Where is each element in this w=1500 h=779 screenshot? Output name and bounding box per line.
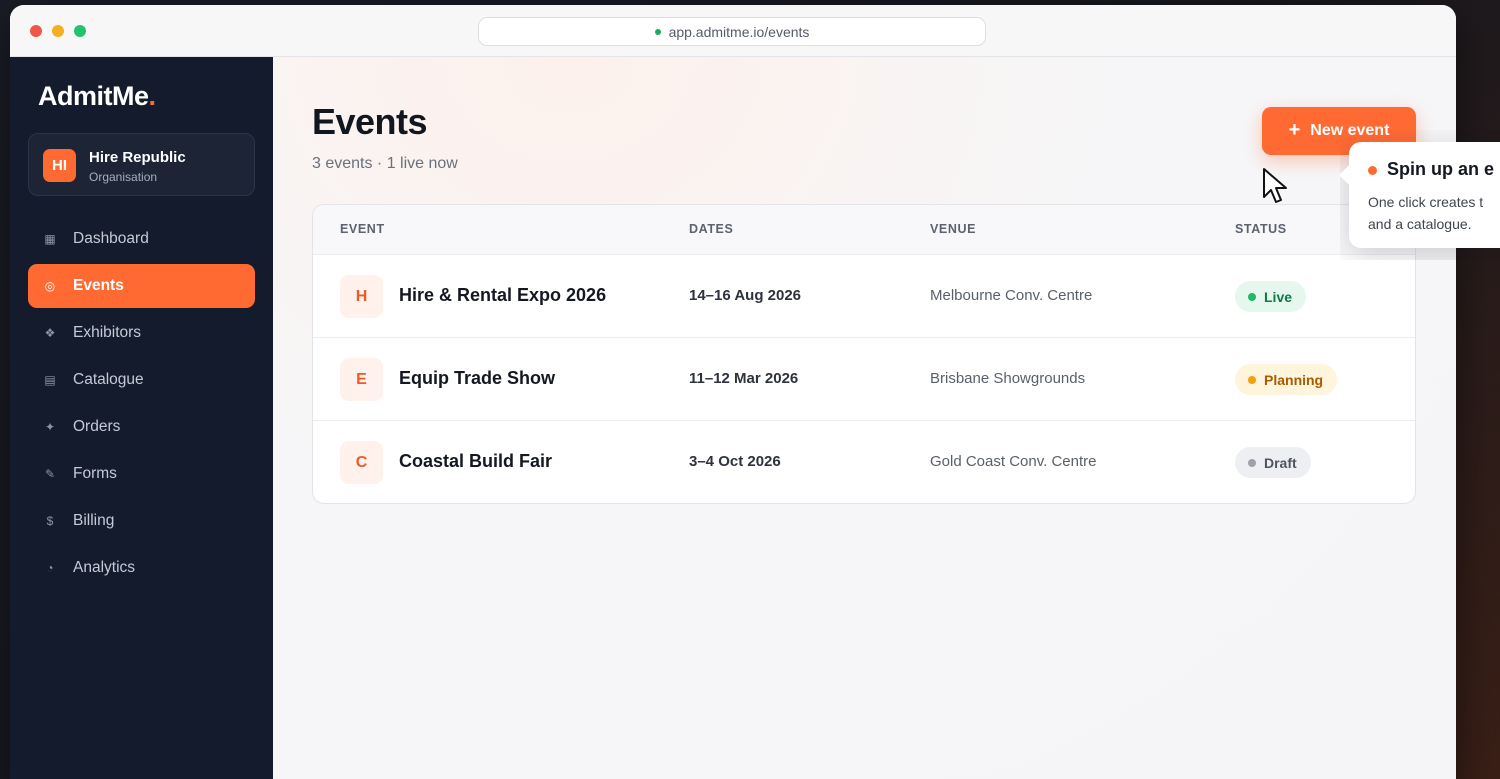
- tooltip-body: One click creates t and a catalogue.: [1368, 191, 1500, 235]
- org-switcher[interactable]: HI Hire Republic Organisation: [28, 133, 255, 196]
- sidebar-item-orders[interactable]: ✦ Orders: [28, 405, 255, 449]
- event-initial-badge: C: [340, 441, 383, 484]
- org-type: Organisation: [89, 170, 158, 184]
- sidebar-item-label: Analytics: [73, 559, 136, 576]
- status-badge: Draft: [1235, 447, 1311, 478]
- event-dates: 14–16 Aug 2026: [689, 287, 802, 304]
- tooltip-line: and a catalogue.: [1368, 216, 1472, 232]
- page-subtitle: 3 events · 1 live now: [312, 155, 458, 172]
- sidebar-item-label: Forms: [73, 465, 117, 482]
- sidebar-item-label: Orders: [73, 418, 121, 435]
- status-label: Planning: [1264, 371, 1324, 388]
- status-dot-icon: [1248, 375, 1256, 384]
- sidebar-item-analytics[interactable]: ◔ Analytics: [28, 546, 255, 590]
- tooltip-title: Spin up an e: [1387, 159, 1495, 179]
- column-header-venue[interactable]: VENUE: [930, 222, 976, 236]
- diamond-icon: ❖: [44, 326, 56, 340]
- sidebar: AdmitMe. HI Hire Republic Organisation ▦…: [10, 57, 273, 779]
- sidebar-item-label: Dashboard: [73, 230, 149, 247]
- sparkle-icon: ✦: [44, 420, 56, 434]
- status-badge: Live: [1235, 281, 1307, 312]
- sidebar-item-label: Events: [73, 277, 124, 294]
- mouse-cursor-icon: [1263, 168, 1287, 203]
- event-dates: 3–4 Oct 2026: [689, 453, 781, 470]
- list-icon: ▤: [44, 373, 56, 387]
- org-name: Hire Republic: [89, 149, 186, 166]
- event-name[interactable]: Hire & Rental Expo 2026: [399, 285, 606, 306]
- sidebar-item-label: Billing: [73, 512, 115, 529]
- plus-icon: +: [1288, 118, 1301, 141]
- browser-window: app.admitme.io/events AdmitMe. HI Hire R…: [10, 5, 1456, 779]
- grid-icon: ▦: [44, 232, 56, 246]
- address-bar[interactable]: app.admitme.io/events: [478, 17, 986, 46]
- status-badge: Planning: [1235, 364, 1338, 395]
- url-text: app.admitme.io/events: [668, 23, 810, 40]
- onboarding-tooltip-wrapper: Spin up an e One click creates t and a c…: [1340, 130, 1500, 260]
- pie-chart-icon: ◔: [46, 561, 54, 575]
- secure-indicator-icon: [654, 28, 661, 35]
- org-avatar: HI: [43, 149, 76, 182]
- event-dates: 11–12 Mar 2026: [689, 370, 799, 387]
- table-row[interactable]: C Coastal Build Fair 3–4 Oct 2026 Gold C…: [313, 421, 1415, 503]
- sidebar-item-label: Exhibitors: [73, 324, 142, 341]
- event-initial-badge: H: [340, 275, 383, 318]
- sidebar-item-catalogue[interactable]: ▤ Catalogue: [28, 358, 255, 402]
- status-dot-icon: [1248, 458, 1256, 467]
- event-name[interactable]: Equip Trade Show: [399, 368, 555, 389]
- sidebar-item-forms[interactable]: ✎ Forms: [28, 452, 255, 496]
- table-row[interactable]: H Hire & Rental Expo 2026 14–16 Aug 2026…: [313, 255, 1415, 338]
- sidebar-item-dashboard[interactable]: ▦ Dashboard: [28, 217, 255, 261]
- close-window-button[interactable]: [30, 25, 42, 37]
- page-title: Events: [312, 101, 428, 142]
- status-dot-icon: [1248, 292, 1256, 301]
- target-icon: ◎: [44, 279, 56, 293]
- onboarding-tooltip: Spin up an e One click creates t and a c…: [1349, 142, 1500, 248]
- tooltip-line: One click creates t: [1368, 194, 1484, 210]
- dollar-icon: $: [46, 514, 54, 528]
- brand-logo[interactable]: AdmitMe.: [38, 81, 156, 112]
- title-bar: app.admitme.io/events: [10, 5, 1456, 57]
- logo-text: AdmitMe: [38, 81, 149, 111]
- main-content: Events 3 events · 1 live now + New event…: [273, 57, 1456, 779]
- column-header-status[interactable]: STATUS: [1235, 222, 1287, 236]
- sidebar-nav: ▦ Dashboard ◎ Events ❖ Exhibitors ▤ Cata…: [28, 217, 255, 593]
- column-header-event[interactable]: EVENT: [340, 222, 385, 236]
- minimize-window-button[interactable]: [52, 25, 64, 37]
- maximize-window-button[interactable]: [74, 25, 86, 37]
- events-table: EVENT DATES VENUE STATUS H Hire & Rental…: [312, 204, 1416, 504]
- event-initial-badge: E: [340, 358, 383, 401]
- status-label: Draft: [1264, 454, 1297, 471]
- logo-accent: .: [148, 81, 157, 111]
- event-name[interactable]: Coastal Build Fair: [399, 451, 552, 472]
- table-header: EVENT DATES VENUE STATUS: [313, 205, 1415, 255]
- sidebar-item-exhibitors[interactable]: ❖ Exhibitors: [28, 311, 255, 355]
- pencil-icon: ✎: [44, 467, 56, 481]
- sidebar-item-label: Catalogue: [73, 371, 144, 388]
- sidebar-item-events[interactable]: ◎ Events: [28, 264, 255, 308]
- sidebar-item-billing[interactable]: $ Billing: [28, 499, 255, 543]
- column-header-dates[interactable]: DATES: [689, 222, 733, 236]
- event-venue: Gold Coast Conv. Centre: [930, 453, 1097, 470]
- event-venue: Melbourne Conv. Centre: [930, 287, 1093, 304]
- tooltip-dot-icon: [1368, 166, 1377, 175]
- event-venue: Brisbane Showgrounds: [930, 370, 1086, 387]
- status-label: Live: [1264, 288, 1293, 305]
- table-row[interactable]: E Equip Trade Show 11–12 Mar 2026 Brisba…: [313, 338, 1415, 421]
